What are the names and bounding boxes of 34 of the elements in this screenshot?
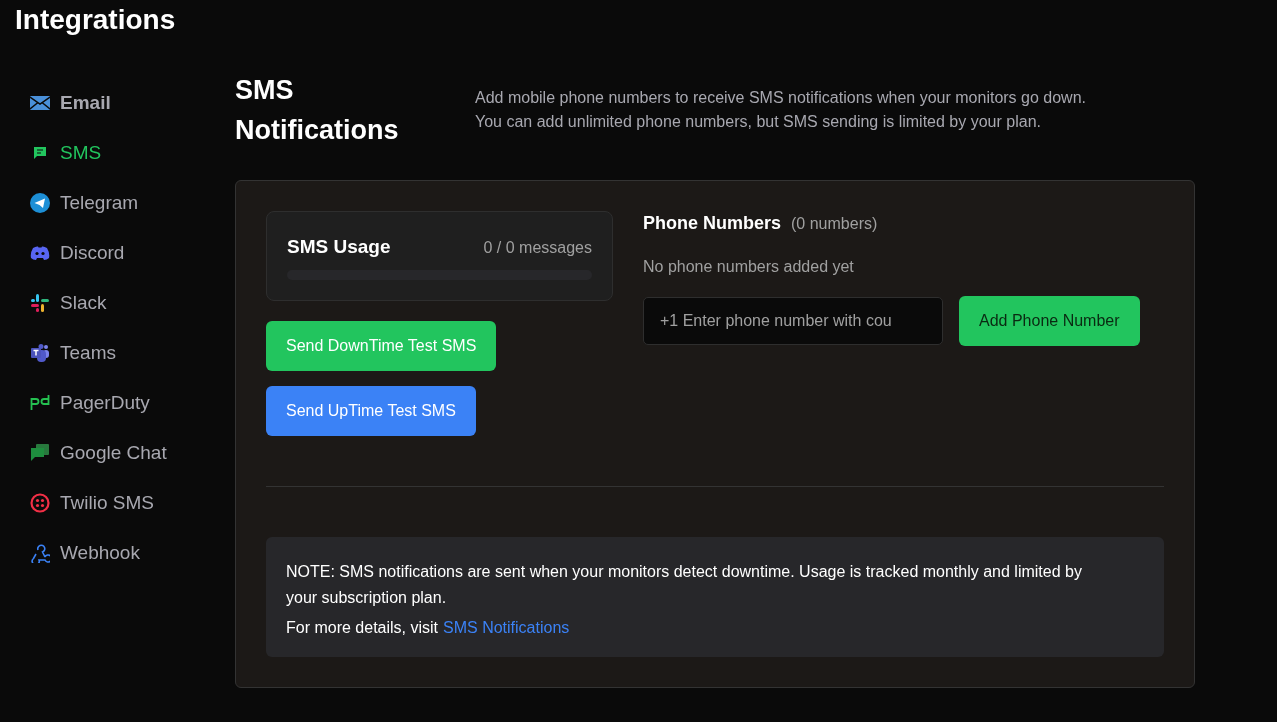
hash-icon	[30, 293, 50, 313]
pd-logo-icon	[30, 393, 50, 413]
paper-plane-icon	[30, 193, 50, 213]
phone-numbers-title: Phone Numbers	[643, 213, 782, 234]
circle-dots-icon	[30, 493, 50, 513]
game-controller-icon	[30, 243, 50, 263]
description-text: You can add unlimited phone numbers, but SMS sending is limited by your plan.	[475, 112, 1042, 132]
sidebar-item[interactable]: Google Chat	[30, 428, 235, 478]
chat-bubbles-icon	[30, 443, 50, 463]
sidebar-item[interactable]: Telegram	[30, 178, 235, 228]
sidebar-item[interactable]: PagerDuty	[30, 378, 235, 428]
page-title: Integrations	[15, 4, 177, 36]
sidebar-item[interactable]: Email	[30, 78, 235, 128]
usage-reading: 0 / 0 messages	[483, 239, 592, 257]
docs-link[interactable]: SMS Notifications	[443, 619, 570, 637]
usage-title: SMS Usage	[287, 236, 391, 258]
envelope-icon	[30, 93, 50, 113]
people-icon	[30, 343, 50, 363]
note-more-text: For more details, visit	[286, 619, 439, 637]
sidebar-item[interactable]: Webhook	[30, 528, 235, 578]
description-text: Add mobile phone numbers to receive SMS notifications when your monitors go down.	[475, 88, 1086, 108]
phone-input-field[interactable]: +1 Enter phone number with cou	[643, 297, 943, 345]
sidebar-item[interactable]: SMS	[30, 128, 235, 178]
sidebar-item[interactable]: Slack	[30, 278, 235, 328]
section-title: SMS Notifications	[235, 74, 400, 147]
sidebar-item[interactable]: Twilio SMS	[30, 478, 235, 528]
note-text: NOTE: SMS notifications are sent when your monitors detect downtime. Usage is tracked monthly and limited by your subscription plan.	[286, 562, 1083, 608]
empty-message: No phone numbers added yet	[643, 258, 855, 276]
add-phone-button[interactable]: Add Phone Number	[959, 296, 1140, 346]
sidebar-item[interactable]: Discord	[30, 228, 235, 278]
webhook-icon	[30, 543, 50, 563]
phone-count: (0 numbers)	[791, 215, 878, 233]
uptime-test-button[interactable]: Send UpTime Test SMS	[266, 386, 476, 436]
sidebar-item[interactable]: Teams	[30, 328, 235, 378]
